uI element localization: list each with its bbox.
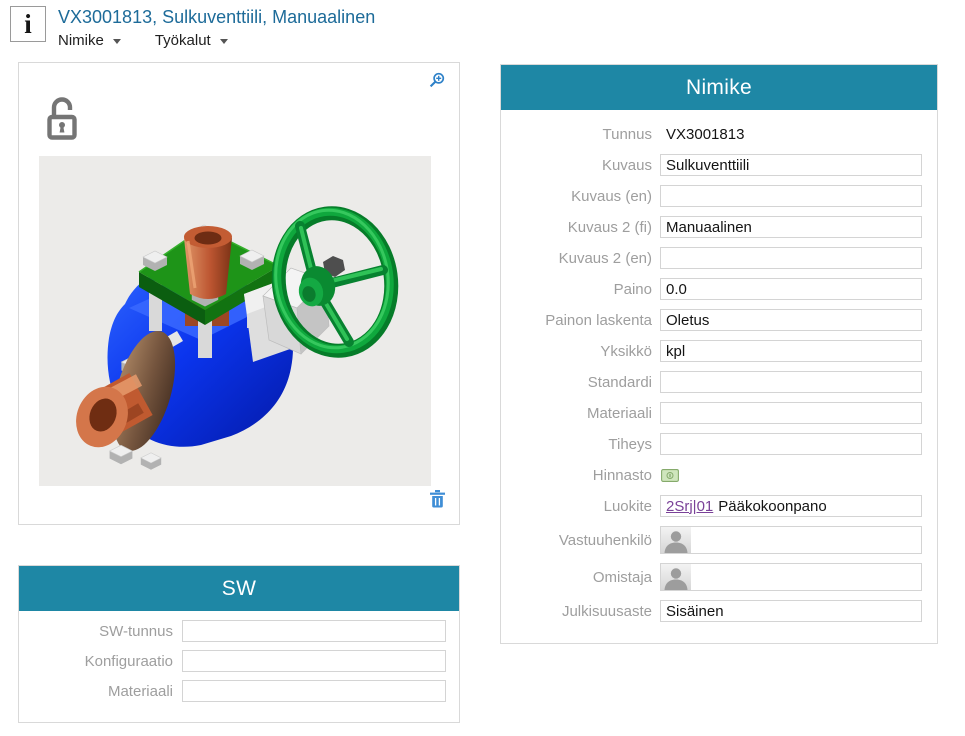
field-row-materiaali: Materiaali bbox=[501, 402, 922, 424]
field-label: Omistaja bbox=[501, 569, 652, 586]
tunnus-value: VX3001813 bbox=[660, 126, 744, 143]
unlocked-padlock-icon bbox=[45, 93, 79, 141]
field-label: Yksikkö bbox=[501, 343, 652, 360]
field-label: Kuvaus bbox=[501, 157, 652, 174]
field-row-kuvaus2-fi: Kuvaus 2 (fi) bbox=[501, 216, 922, 238]
zoom-in-icon[interactable] bbox=[429, 72, 445, 88]
valve-3d-render bbox=[39, 156, 431, 486]
field-row-tunnus: Tunnus VX3001813 bbox=[501, 123, 922, 145]
price-list-icon[interactable] bbox=[661, 469, 679, 482]
field-row-sw-tunnus: SW-tunnus bbox=[19, 620, 446, 642]
kuvaus-input[interactable] bbox=[660, 154, 922, 176]
delete-image-icon[interactable] bbox=[430, 490, 445, 508]
field-row-sw-materiaali: Materiaali bbox=[19, 680, 446, 702]
field-row-standardi: Standardi bbox=[501, 371, 922, 393]
omistaja-input[interactable] bbox=[691, 564, 921, 590]
field-label: Luokite bbox=[501, 498, 652, 515]
field-label: Kuvaus 2 (fi) bbox=[501, 219, 652, 236]
kuvaus2-en-input[interactable] bbox=[660, 247, 922, 269]
field-label: SW-tunnus bbox=[19, 623, 173, 640]
field-label: Standardi bbox=[501, 374, 652, 391]
field-label: Kuvaus 2 (en) bbox=[501, 250, 652, 267]
field-row-omistaja: Omistaja bbox=[501, 563, 922, 591]
paino-input[interactable] bbox=[660, 278, 922, 300]
sw-panel-title: SW bbox=[19, 566, 459, 611]
field-label: Tiheys bbox=[501, 436, 652, 453]
person-avatar-icon bbox=[661, 527, 691, 553]
field-row-julkisuusaste: Julkisuusaste bbox=[501, 600, 922, 622]
field-label: Hinnasto bbox=[501, 467, 652, 484]
field-label: Konfiguraatio bbox=[19, 653, 173, 670]
field-label: Julkisuusaste bbox=[501, 603, 652, 620]
omistaja-field bbox=[660, 563, 922, 591]
model-preview-image[interactable] bbox=[39, 156, 431, 486]
materiaali-input[interactable] bbox=[660, 402, 922, 424]
field-label: Kuvaus (en) bbox=[501, 188, 652, 205]
person-avatar-icon bbox=[661, 564, 691, 590]
page-header: i VX3001813, Sulkuventtiili, Manuaalinen… bbox=[10, 6, 375, 49]
yksikko-input[interactable] bbox=[660, 340, 922, 362]
field-label: Painon laskenta bbox=[501, 312, 652, 329]
field-row-luokite: Luokite 2Srj|01 Pääkokoonpano bbox=[501, 495, 922, 517]
standardi-input[interactable] bbox=[660, 371, 922, 393]
menu-bar: Nimike Työkalut bbox=[58, 32, 375, 49]
nimike-panel-title: Nimike bbox=[501, 65, 937, 110]
menu-nimike[interactable]: Nimike bbox=[58, 32, 121, 49]
nimike-panel: Nimike Tunnus VX3001813 Kuvaus Kuvaus (e… bbox=[500, 64, 938, 644]
sw-panel: SW SW-tunnus Konfiguraatio Materiaali bbox=[18, 565, 460, 723]
sw-tunnus-input[interactable] bbox=[182, 620, 446, 642]
field-row-yksikko: Yksikkö bbox=[501, 340, 922, 362]
item-type-icon: i bbox=[10, 6, 46, 42]
field-row-vastuuhenkilo: Vastuuhenkilö bbox=[501, 526, 922, 554]
painon-laskenta-input[interactable] bbox=[660, 309, 922, 331]
menu-nimike-label: Nimike bbox=[58, 32, 104, 49]
field-row-kuvaus2-en: Kuvaus 2 (en) bbox=[501, 247, 922, 269]
field-row-konfiguraatio: Konfiguraatio bbox=[19, 650, 446, 672]
field-row-painon-laskenta: Painon laskenta bbox=[501, 309, 922, 331]
chevron-down-icon bbox=[220, 39, 228, 44]
field-label: Vastuuhenkilö bbox=[501, 532, 652, 549]
tiheys-input[interactable] bbox=[660, 433, 922, 455]
field-label: Materiaali bbox=[501, 405, 652, 422]
vastuuhenkilo-input[interactable] bbox=[691, 527, 921, 553]
preview-panel bbox=[18, 62, 460, 525]
field-label: Materiaali bbox=[19, 683, 173, 700]
field-label: Tunnus bbox=[501, 126, 652, 143]
vastuuhenkilo-field bbox=[660, 526, 922, 554]
field-row-kuvaus: Kuvaus bbox=[501, 154, 922, 176]
page-title: VX3001813, Sulkuventtiili, Manuaalinen bbox=[58, 6, 375, 29]
info-glyph: i bbox=[24, 9, 32, 40]
chevron-down-icon bbox=[113, 39, 121, 44]
field-row-tiheys: Tiheys bbox=[501, 433, 922, 455]
field-row-hinnasto: Hinnasto bbox=[501, 464, 922, 486]
kuvaus-en-input[interactable] bbox=[660, 185, 922, 207]
luokite-description: Pääkokoonpano bbox=[718, 498, 826, 515]
sw-materiaali-input[interactable] bbox=[182, 680, 446, 702]
field-label: Paino bbox=[501, 281, 652, 298]
luokite-link[interactable]: 2Srj|01 bbox=[666, 498, 713, 515]
menu-tyokalut[interactable]: Työkalut bbox=[155, 32, 228, 49]
menu-tyokalut-label: Työkalut bbox=[155, 32, 211, 49]
julkisuusaste-input[interactable] bbox=[660, 600, 922, 622]
field-row-kuvaus-en: Kuvaus (en) bbox=[501, 185, 922, 207]
konfiguraatio-input[interactable] bbox=[182, 650, 446, 672]
field-row-paino: Paino bbox=[501, 278, 922, 300]
kuvaus2-fi-input[interactable] bbox=[660, 216, 922, 238]
luokite-field: 2Srj|01 Pääkokoonpano bbox=[660, 495, 922, 517]
